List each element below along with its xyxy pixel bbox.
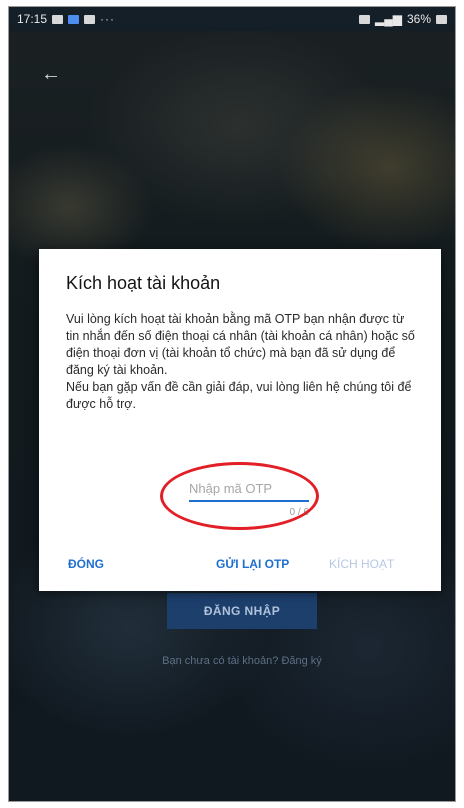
notification-icon [52,14,64,24]
resend-otp-button[interactable]: GỬI LẠI OTP [216,557,289,571]
signal-icon: ▂▄▆ [375,12,402,26]
status-bar: 17:15 ··· ▂▄▆ 36% [9,7,455,31]
activation-dialog: Kích hoạt tài khoản Vui lòng kích hoạt t… [39,249,441,591]
dialog-title: Kích hoạt tài khoản [66,273,221,293]
app-notification-icon [68,14,80,24]
battery-text: 36% [406,12,431,26]
dialog-message-paragraph-1: Vui lòng kích hoạt tài khoản bằng mã OTP… [66,312,415,377]
activate-button[interactable]: KÍCH HOẠT [329,557,394,571]
register-link: Bạn chưa có tài khoản? Đăng ký [162,655,322,667]
dialog-message: Vui lòng kích hoạt tài khoản bằng mã OTP… [66,311,418,413]
otp-input[interactable] [189,479,309,502]
nfc-icon [359,14,370,24]
message-icon [84,14,96,24]
back-arrow-icon[interactable]: ← [41,63,61,86]
status-time: 17:15 [17,12,48,26]
otp-field: 0 / 6 [189,479,309,518]
close-button[interactable]: ĐÓNG [68,557,104,571]
more-notifications-icon: ··· [100,12,116,26]
dialog-actions: ĐÓNG GỬI LẠI OTP KÍCH HOẠT [39,557,441,577]
battery-icon [436,14,447,24]
dialog-message-paragraph-2: Nếu bạn gặp vấn đề cần giải đáp, vui lòn… [66,380,412,411]
otp-char-counter: 0 / 6 [289,507,309,518]
login-button: ĐĂNG NHẬP [167,593,317,629]
